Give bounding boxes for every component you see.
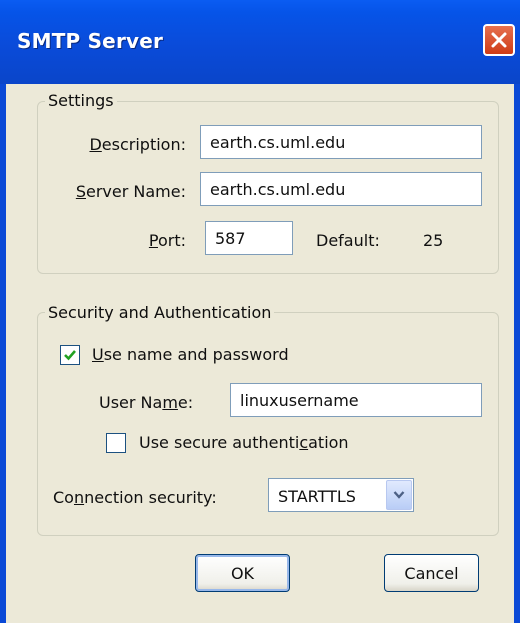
user-name-label: User Name: xyxy=(99,393,194,412)
connection-security-label: Connection security: xyxy=(53,488,217,507)
dialog-body: Settings Description: Server Name: Port:… xyxy=(6,84,514,623)
ok-button[interactable]: OK xyxy=(195,554,290,592)
cancel-button[interactable]: Cancel xyxy=(384,554,479,592)
description-field[interactable] xyxy=(200,125,482,159)
port-default-value: 25 xyxy=(423,231,444,250)
window-title: SMTP Server xyxy=(17,29,164,53)
use-name-password-label[interactable]: Use name and password xyxy=(92,345,289,364)
secure-auth-checkbox[interactable] xyxy=(106,433,126,453)
port-label: Port: xyxy=(148,231,186,250)
smtp-server-dialog: SMTP Server Settings Description: Server… xyxy=(0,0,520,623)
use-name-password-checkbox[interactable] xyxy=(60,345,80,365)
server-name-field[interactable] xyxy=(200,172,482,206)
settings-legend: Settings xyxy=(45,91,117,110)
port-field[interactable] xyxy=(205,221,293,255)
title-bar[interactable]: SMTP Server xyxy=(0,0,520,84)
server-name-label: Server Name: xyxy=(75,182,186,201)
security-legend: Security and Authentication xyxy=(45,303,275,322)
close-button[interactable] xyxy=(483,24,515,56)
checkmark-icon xyxy=(64,350,76,361)
user-name-field[interactable] xyxy=(230,383,482,417)
close-icon xyxy=(491,32,507,48)
port-default-label: Default: xyxy=(316,231,380,250)
connection-security-select[interactable]: STARTTLS xyxy=(268,478,414,512)
dropdown-arrow[interactable] xyxy=(386,480,412,510)
chevron-down-icon xyxy=(393,491,405,499)
description-label: Description: xyxy=(89,135,186,154)
connection-security-value: STARTTLS xyxy=(278,487,356,506)
secure-auth-label[interactable]: Use secure authentication xyxy=(139,433,349,452)
